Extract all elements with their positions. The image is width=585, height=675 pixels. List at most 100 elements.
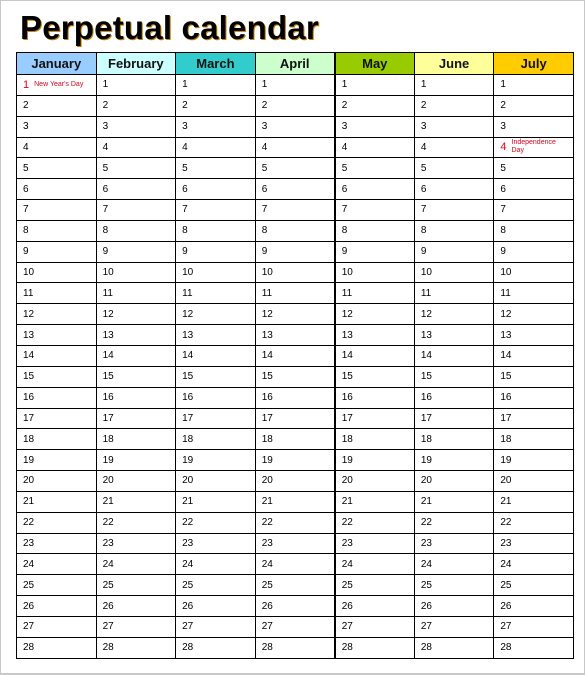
day-cell[interactable]: 7 — [254, 199, 336, 221]
day-cell[interactable]: 23 — [333, 532, 415, 555]
day-cell[interactable]: 2 — [413, 94, 495, 117]
day-cell[interactable]: 24 — [333, 553, 415, 576]
day-cell[interactable]: 20 — [95, 470, 177, 492]
day-cell[interactable]: 19 — [493, 449, 574, 472]
day-cell[interactable]: 22 — [95, 511, 177, 534]
day-cell[interactable]: 22 — [413, 511, 495, 534]
day-cell[interactable]: 15 — [16, 365, 97, 388]
day-cell[interactable]: 14 — [16, 344, 97, 367]
day-cell[interactable]: 9 — [254, 240, 336, 263]
day-cell[interactable]: 8 — [16, 219, 97, 242]
day-cell[interactable]: 18 — [493, 428, 574, 451]
day-cell[interactable]: 14 — [175, 344, 256, 367]
day-cell[interactable]: 26 — [175, 595, 256, 617]
day-cell[interactable]: 26 — [254, 595, 336, 617]
day-cell[interactable]: 9 — [333, 240, 415, 263]
day-cell[interactable]: 17 — [413, 407, 495, 430]
day-cell[interactable]: 19 — [254, 449, 336, 472]
day-cell[interactable]: 6 — [493, 178, 574, 201]
day-cell[interactable]: 6 — [175, 178, 256, 201]
day-cell[interactable]: 9 — [95, 240, 177, 263]
day-cell[interactable]: 20 — [16, 470, 97, 492]
day-cell[interactable]: 10 — [254, 261, 336, 284]
day-cell[interactable]: 9 — [413, 240, 495, 263]
day-cell[interactable]: 25 — [333, 574, 415, 597]
day-cell[interactable]: 24 — [16, 553, 97, 576]
day-cell[interactable]: 12 — [333, 303, 415, 326]
day-cell[interactable]: 11 — [493, 282, 574, 305]
day-cell[interactable]: 2 — [95, 94, 177, 117]
day-cell[interactable]: 28 — [413, 636, 495, 659]
day-cell[interactable]: 10 — [95, 261, 177, 284]
day-cell[interactable]: 16 — [175, 386, 256, 409]
day-cell[interactable]: 2 — [16, 94, 97, 117]
day-cell[interactable]: 2 — [333, 94, 415, 117]
day-cell[interactable]: 21 — [333, 490, 415, 513]
day-cell[interactable]: 9 — [16, 240, 97, 263]
day-cell[interactable]: 28 — [16, 636, 97, 659]
day-cell[interactable]: 27 — [413, 615, 495, 638]
day-cell[interactable]: 22 — [175, 511, 256, 534]
day-cell[interactable]: 8 — [493, 219, 574, 242]
day-cell[interactable]: 19 — [413, 449, 495, 472]
day-cell[interactable]: 1 — [413, 74, 495, 96]
day-cell[interactable]: 19 — [16, 449, 97, 472]
day-cell[interactable]: 4 — [175, 136, 256, 159]
day-cell[interactable]: 5 — [333, 157, 415, 180]
day-cell[interactable]: 20 — [175, 470, 256, 492]
day-cell[interactable]: 18 — [95, 428, 177, 451]
day-cell[interactable]: 23 — [413, 532, 495, 555]
day-cell[interactable]: 12 — [493, 303, 574, 326]
day-cell[interactable]: 8 — [333, 219, 415, 242]
day-cell[interactable]: 10 — [413, 261, 495, 284]
day-cell[interactable]: 19 — [333, 449, 415, 472]
day-cell[interactable]: 24 — [175, 553, 256, 576]
day-cell[interactable]: 13 — [333, 324, 415, 346]
day-cell[interactable]: 27 — [16, 615, 97, 638]
day-cell[interactable]: 28 — [175, 636, 256, 659]
day-cell[interactable]: 16 — [333, 386, 415, 409]
day-cell[interactable]: 26 — [413, 595, 495, 617]
day-cell[interactable]: 18 — [413, 428, 495, 451]
day-cell[interactable]: 19 — [175, 449, 256, 472]
day-cell[interactable]: 25 — [175, 574, 256, 597]
day-cell[interactable]: 4 Independence Day — [493, 136, 574, 159]
day-cell[interactable]: 9 — [175, 240, 256, 263]
day-cell[interactable]: 5 — [493, 157, 574, 180]
day-cell[interactable]: 26 — [95, 595, 177, 617]
day-cell[interactable]: 10 — [16, 261, 97, 284]
day-cell[interactable]: 15 — [413, 365, 495, 388]
day-cell[interactable]: 11 — [333, 282, 415, 305]
day-cell[interactable]: 1 — [493, 74, 574, 96]
day-cell[interactable]: 28 — [95, 636, 177, 659]
day-cell[interactable]: 13 — [16, 324, 97, 346]
day-cell[interactable]: 9 — [493, 240, 574, 263]
day-cell[interactable]: 13 — [493, 324, 574, 346]
day-cell[interactable]: 23 — [16, 532, 97, 555]
day-cell[interactable]: 12 — [95, 303, 177, 326]
day-cell[interactable]: 1 New Year's Day — [16, 74, 97, 96]
day-cell[interactable]: 20 — [254, 470, 336, 492]
day-cell[interactable]: 24 — [254, 553, 336, 576]
day-cell[interactable]: 14 — [413, 344, 495, 367]
day-cell[interactable]: 1 — [254, 74, 336, 96]
day-cell[interactable]: 14 — [95, 344, 177, 367]
day-cell[interactable]: 21 — [95, 490, 177, 513]
day-cell[interactable]: 15 — [95, 365, 177, 388]
day-cell[interactable]: 3 — [493, 115, 574, 138]
day-cell[interactable]: 27 — [175, 615, 256, 638]
day-cell[interactable]: 22 — [16, 511, 97, 534]
day-cell[interactable]: 14 — [493, 344, 574, 367]
day-cell[interactable]: 11 — [95, 282, 177, 305]
day-cell[interactable]: 3 — [95, 115, 177, 138]
day-cell[interactable]: 2 — [175, 94, 256, 117]
day-cell[interactable]: 21 — [493, 490, 574, 513]
day-cell[interactable]: 14 — [254, 344, 336, 367]
day-cell[interactable]: 13 — [95, 324, 177, 346]
day-cell[interactable]: 1 — [95, 74, 177, 96]
day-cell[interactable]: 4 — [333, 136, 415, 159]
day-cell[interactable]: 23 — [95, 532, 177, 555]
day-cell[interactable]: 18 — [333, 428, 415, 451]
day-cell[interactable]: 7 — [413, 199, 495, 221]
day-cell[interactable]: 10 — [493, 261, 574, 284]
